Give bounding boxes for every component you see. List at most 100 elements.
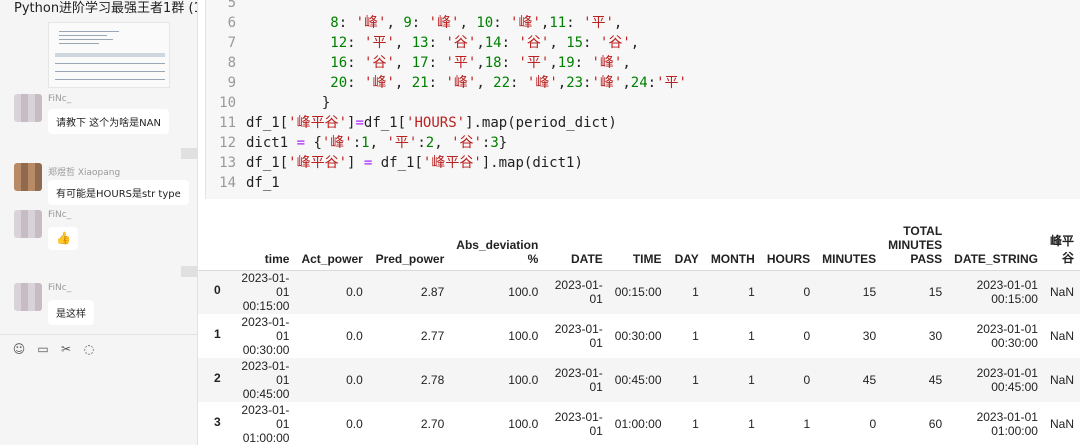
avatar[interactable]: [14, 210, 42, 238]
table-cell: 100.0: [508, 329, 539, 343]
table-cell: 2023-01-01 00:45:00: [229, 358, 296, 402]
column-header: DAY: [667, 207, 705, 271]
line-number: 9: [227, 75, 236, 91]
shared-image-thumbnail[interactable]: [48, 22, 170, 88]
code-line: 10 }: [206, 93, 330, 113]
column-header: TIME: [608, 207, 668, 271]
line-number: 8: [227, 55, 236, 71]
folder-icon[interactable]: ▭: [36, 342, 50, 356]
table-cell: 60: [928, 417, 943, 431]
column-header: DATE_STRING: [948, 207, 1044, 271]
table-cell: 2023-01-01: [544, 270, 609, 314]
table-cell: 30: [862, 329, 877, 343]
line-number: 13: [219, 155, 236, 171]
row-index: 1: [214, 327, 221, 341]
column-header: MONTH: [704, 207, 761, 271]
table-cell: NaN: [1049, 329, 1074, 343]
table-cell: 2.77: [420, 329, 445, 343]
line-number: 6: [227, 15, 236, 31]
table-cell: 1: [667, 270, 705, 314]
table-cell: NaN: [1043, 270, 1080, 314]
table-cell: 2.87: [368, 270, 451, 314]
chat-panel: Python进阶学习最强王者1群 (11 FiNc_ 请教下 这个为啥是NAN …: [0, 0, 198, 445]
column-header: MINUTES: [816, 207, 883, 271]
message-bubble[interactable]: 是这样: [48, 300, 94, 325]
code-line: 11 df_1['峰平谷']=df_1['HOURS'].map(period_d…: [206, 113, 617, 133]
table-cell: 0: [760, 270, 817, 314]
table-cell: 2023-01-01 00:30:00: [976, 322, 1038, 350]
sender-name: FiNc_: [48, 210, 72, 220]
message-bubble[interactable]: 请教下 这个为啥是NAN: [48, 109, 169, 134]
table-cell: 100.0: [450, 270, 545, 314]
line-number: 12: [219, 135, 236, 151]
table-cell: 2023-01-01 00:15:00: [229, 270, 296, 314]
table-row: 3 2023-01-01 01:00:00 0.0 2.70 100.0 2023-01-…: [198, 402, 1080, 445]
sender-name: 郑煜哲 Xiaopang: [48, 168, 121, 178]
row-index: 3: [214, 415, 221, 429]
table-cell: 1: [692, 329, 699, 343]
message-bubble[interactable]: 有可能是HOURS是str type: [48, 180, 189, 205]
table-cell: 0: [803, 329, 811, 343]
dataframe-table: time Act_power Pred_power Abs_deviation % DA…: [198, 207, 1080, 445]
table-cell: 45: [816, 358, 883, 402]
scissors-icon[interactable]: ✂: [59, 342, 73, 356]
chat-bubble-icon[interactable]: ◌: [82, 342, 96, 356]
table-cell: 100.0: [450, 358, 545, 402]
chat-toolbar: ☺ ▭ ✂ ◌: [0, 334, 197, 364]
table-cell: 2023-01-01 00:15:00: [948, 270, 1044, 314]
thumbs-up-icon: 👍: [56, 231, 71, 245]
line-number: 10: [219, 95, 236, 111]
line-number: 7: [227, 35, 236, 51]
table-cell: 2023-01-01 00:30:00: [241, 315, 290, 357]
table-cell: 2023-01-01 01:00:00: [976, 410, 1038, 438]
row-index: 0: [198, 270, 230, 314]
table-cell: 00:30:00: [614, 329, 662, 343]
table-cell: 2.78: [368, 358, 451, 402]
table-cell: 45: [882, 358, 949, 402]
table-cell: 1: [704, 270, 761, 314]
table-row: 2 2023-01-01 00:45:00 0.0 2.78 100.0 2023-01-…: [198, 358, 1080, 402]
table-cell: 1: [748, 329, 755, 343]
code-line: 14 df_1: [206, 173, 280, 193]
code-line: 12 dict1 = {'峰':1, '平':2, '谷':3}: [206, 133, 507, 153]
new-message-tag: [181, 266, 197, 277]
table-cell: 2.70: [420, 417, 445, 431]
column-header: Act_power: [295, 207, 369, 271]
table-cell: 1: [667, 358, 705, 402]
sender-name: FiNc_: [48, 283, 72, 293]
table-cell: NaN: [1043, 358, 1080, 402]
code-line: 9 20: '峰', 21: '峰', 22: '峰',23:'峰',24:'平…: [206, 73, 687, 93]
code-cell[interactable]: 5 6 8: '峰', 9: '峰', 10: '峰',11: '平', 7 12…: [205, 0, 1080, 199]
avatar[interactable]: [14, 163, 42, 191]
table-cell: 100.0: [508, 417, 539, 431]
table-cell: 30: [928, 329, 943, 343]
column-header: [198, 207, 230, 271]
table-cell: 2023-01-01 01:00:00: [241, 403, 290, 445]
column-header: Abs_deviation %: [450, 207, 545, 271]
table-cell: 0: [760, 358, 817, 402]
table-cell: 0.0: [346, 417, 363, 431]
table-cell: 00:45:00: [608, 358, 668, 402]
code-line: 8 16: '谷', 17: '平',18: '平',19: '峰',: [206, 53, 631, 73]
table-cell: 2023-01-01 00:45:00: [948, 358, 1044, 402]
table-cell: 01:00:00: [614, 417, 662, 431]
code-line: 13 df_1['峰平谷'] = df_1['峰平谷'].map(dict1): [206, 153, 583, 173]
line-number: 11: [219, 115, 236, 131]
message-bubble[interactable]: 👍: [48, 227, 78, 250]
row-index: 2: [198, 358, 230, 402]
table-cell: 1: [692, 417, 699, 431]
line-number: 14: [219, 175, 236, 191]
avatar[interactable]: [14, 283, 42, 311]
emoji-icon[interactable]: ☺: [12, 342, 26, 356]
column-header: 峰平谷: [1043, 207, 1080, 271]
table-cell: 2023-01-01: [554, 410, 603, 438]
table-cell: 2023-01-01: [544, 358, 609, 402]
column-header: HOURS: [760, 207, 817, 271]
column-header: DATE: [544, 207, 609, 271]
table-cell: 1: [748, 417, 755, 431]
avatar[interactable]: [14, 94, 42, 122]
column-header: time: [229, 207, 296, 271]
table-cell: 1: [803, 417, 811, 431]
table-cell: 0: [869, 417, 877, 431]
table-cell: NaN: [1049, 417, 1074, 431]
